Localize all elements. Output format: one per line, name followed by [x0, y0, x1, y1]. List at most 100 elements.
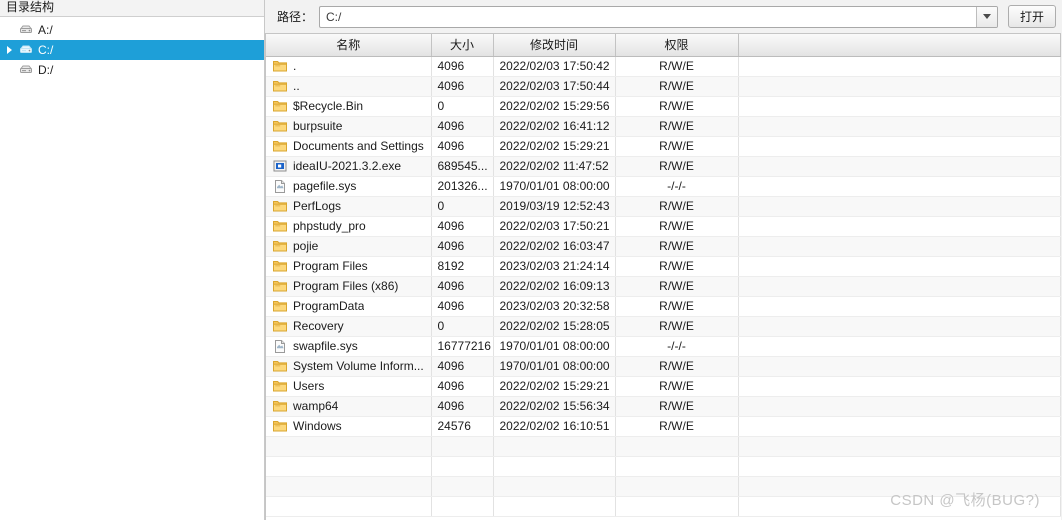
tree-item-c[interactable]: C:/ — [0, 40, 264, 60]
table-row[interactable] — [266, 456, 1061, 477]
cell-name[interactable]: burpsuite — [266, 116, 432, 137]
cell-name[interactable]: wamp64 — [266, 396, 432, 417]
cell-name[interactable]: ProgramData — [266, 296, 432, 317]
file-name-label: Documents and Settings — [293, 139, 424, 153]
table-row[interactable] — [266, 496, 1061, 517]
table-row[interactable]: Windows 24576 2022/02/02 16:10:51 R/W/E — [266, 416, 1061, 437]
path-label: 路径： — [277, 10, 314, 24]
table-row[interactable]: System Volume Inform... 4096 1970/01/01 08… — [266, 356, 1061, 377]
cell-size: 201326... — [431, 176, 494, 197]
cell-filler — [738, 456, 1061, 477]
cell-name[interactable]: . — [266, 56, 432, 77]
cell-filler — [738, 436, 1061, 457]
file-name-label: burpsuite — [293, 119, 343, 133]
folder-icon — [272, 78, 288, 94]
drive-icon — [18, 42, 34, 58]
cell-mtime — [493, 476, 616, 497]
table-row[interactable]: burpsuite 4096 2022/02/02 16:41:12 R/W/E — [266, 116, 1061, 137]
path-input[interactable] — [320, 6, 976, 27]
cell-name[interactable] — [266, 476, 432, 497]
cell-name[interactable]: Users — [266, 376, 432, 397]
table-row[interactable] — [266, 436, 1061, 457]
cell-name[interactable]: pagefile.sys — [266, 176, 432, 197]
cell-size: 4096 — [431, 396, 494, 417]
table-row[interactable]: pojie 4096 2022/02/02 16:03:47 R/W/E — [266, 236, 1061, 257]
cell-filler — [738, 276, 1061, 297]
cell-name[interactable]: .. — [266, 76, 432, 97]
cell-name[interactable]: Program Files (x86) — [266, 276, 432, 297]
cell-size — [431, 496, 494, 517]
table-row[interactable]: phpstudy_pro 4096 2022/02/03 17:50:21 R/W/E — [266, 216, 1061, 237]
cell-name[interactable]: pojie — [266, 236, 432, 257]
table-row[interactable]: Recovery 0 2022/02/02 15:28:05 R/W/E — [266, 316, 1061, 337]
cell-name[interactable] — [266, 436, 432, 457]
table-row[interactable] — [266, 476, 1061, 497]
column-header-pad[interactable] — [738, 34, 1061, 57]
cell-size: 4096 — [431, 296, 494, 317]
table-row[interactable]: Program Files (x86) 4096 2022/02/02 16:09:… — [266, 276, 1061, 297]
cell-name[interactable] — [266, 456, 432, 477]
table-row[interactable]: ideaIU-2021.3.2.exe 689545... 2022/02/02 1… — [266, 156, 1061, 177]
cell-name[interactable]: Windows — [266, 416, 432, 437]
table-row[interactable]: $Recycle.Bin 0 2022/02/02 15:29:56 R/W/E — [266, 96, 1061, 117]
cell-permission: R/W/E — [615, 156, 739, 177]
column-header-size[interactable]: 大小 — [431, 34, 494, 57]
cell-size: 4096 — [431, 76, 494, 97]
open-button[interactable]: 打开 — [1008, 5, 1056, 28]
tree-item-label: C:/ — [38, 43, 54, 57]
cell-name[interactable]: phpstudy_pro — [266, 216, 432, 237]
chevron-down-icon[interactable] — [976, 6, 997, 27]
cell-name[interactable]: Program Files — [266, 256, 432, 277]
table-row[interactable]: Documents and Settings 4096 2022/02/02 15:… — [266, 136, 1061, 157]
cell-name[interactable] — [266, 496, 432, 517]
path-combobox[interactable] — [319, 5, 998, 28]
table-row[interactable]: pagefile.sys 201326... 1970/01/01 08:00:00… — [266, 176, 1061, 197]
directory-tree-list[interactable]: A:/ C:/ D:/ — [0, 17, 264, 520]
table-row[interactable]: ProgramData 4096 2023/02/03 20:32:58 R/W/E — [266, 296, 1061, 317]
file-icon — [272, 178, 288, 194]
cell-name[interactable]: PerfLogs — [266, 196, 432, 217]
cell-mtime: 1970/01/01 08:00:00 — [493, 336, 616, 357]
path-toolbar: 路径： 打开 — [265, 0, 1062, 33]
table-row[interactable]: swapfile.sys 16777216 1970/01/01 08:00:00-… — [266, 336, 1061, 357]
tree-item-a[interactable]: A:/ — [0, 20, 264, 40]
file-name-label: Program Files — [293, 259, 368, 273]
folder-icon — [272, 58, 288, 74]
column-header-mtime[interactable]: 修改时间 — [493, 34, 616, 57]
tree-item-d[interactable]: D:/ — [0, 60, 264, 80]
cell-size: 24576 — [431, 416, 494, 437]
cell-permission: R/W/E — [615, 96, 739, 117]
expand-arrow-icon[interactable] — [0, 46, 18, 54]
cell-name[interactable]: Documents and Settings — [266, 136, 432, 157]
cell-filler — [738, 236, 1061, 257]
folder-icon — [272, 378, 288, 394]
table-row[interactable]: wamp64 4096 2022/02/02 15:56:34 R/W/E — [266, 396, 1061, 417]
table-row[interactable]: Program Files 8192 2023/02/03 21:24:14 R/W/… — [266, 256, 1061, 277]
cell-permission: R/W/E — [615, 316, 739, 337]
file-name-label: Program Files (x86) — [293, 279, 399, 293]
cell-filler — [738, 356, 1061, 377]
cell-size: 4096 — [431, 216, 494, 237]
cell-filler — [738, 416, 1061, 437]
cell-name[interactable]: Recovery — [266, 316, 432, 337]
cell-mtime: 2022/02/02 16:41:12 — [493, 116, 616, 137]
cell-name[interactable]: swapfile.sys — [266, 336, 432, 357]
cell-filler — [738, 156, 1061, 177]
cell-filler — [738, 176, 1061, 197]
table-row[interactable]: .. 4096 2022/02/03 17:50:44 R/W/E — [266, 76, 1061, 97]
cell-name[interactable]: ideaIU-2021.3.2.exe — [266, 156, 432, 177]
cell-size: 0 — [431, 196, 494, 217]
column-header-perm[interactable]: 权限 — [615, 34, 739, 57]
cell-mtime: 2022/02/03 17:50:21 — [493, 216, 616, 237]
cell-size: 16777216 — [431, 336, 494, 357]
table-row[interactable]: . 4096 2022/02/03 17:50:42 R/W/E — [266, 56, 1061, 77]
column-header-name[interactable]: 名称 — [266, 34, 432, 57]
file-table-container[interactable]: 名称 大小 修改时间 权限 . 4096 2022/02/03 17:50:42 R/W/E… — [265, 33, 1061, 520]
table-row[interactable]: PerfLogs 0 2019/03/19 12:52:43 R/W/E — [266, 196, 1061, 217]
cell-name[interactable]: $Recycle.Bin — [266, 96, 432, 117]
cell-name[interactable]: System Volume Inform... — [266, 356, 432, 377]
cell-size: 689545... — [431, 156, 494, 177]
table-row[interactable]: Users 4096 2022/02/02 15:29:21 R/W/E — [266, 376, 1061, 397]
file-name-label: pojie — [293, 239, 319, 253]
drive-icon — [18, 22, 34, 38]
